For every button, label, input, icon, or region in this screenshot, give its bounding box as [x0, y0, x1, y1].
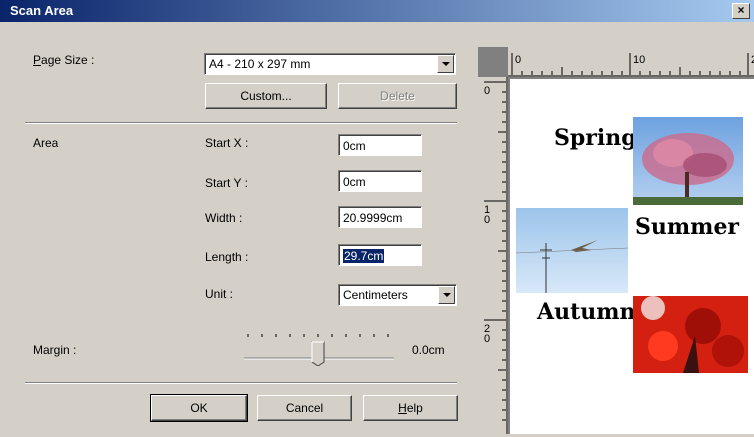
- unit-select[interactable]: Centimeters: [338, 284, 457, 306]
- autumn-label: Autumn: [537, 299, 636, 325]
- ruler-left-tick-10: 10: [484, 204, 490, 226]
- chevron-down-icon[interactable]: [437, 55, 454, 73]
- scan-page-preview[interactable]: Spring Summer Autumn: [510, 79, 754, 434]
- ruler-tick-10: 10: [633, 54, 645, 66]
- margin-label: Margin :: [33, 343, 77, 357]
- autumn-photo: [633, 296, 748, 373]
- page-size-select[interactable]: A4 - 210 x 297 mm: [204, 53, 456, 75]
- ruler-tick-0: 0: [515, 54, 521, 66]
- chevron-down-icon[interactable]: [438, 286, 455, 304]
- slider-graphic: [244, 334, 394, 367]
- unit-label: Unit :: [205, 287, 234, 301]
- delete-button[interactable]: Delete: [338, 83, 457, 109]
- width-field[interactable]: 20.9999cm: [338, 206, 422, 228]
- title-bar: Scan Area ×: [0, 0, 754, 22]
- page-size-label: Page Size :: [33, 53, 95, 67]
- cancel-button[interactable]: Cancel: [257, 395, 352, 421]
- start-y-label: Start Y :: [205, 176, 248, 190]
- separator: [25, 382, 457, 384]
- start-y-field[interactable]: 0cm: [338, 170, 422, 192]
- ok-button[interactable]: OK: [150, 394, 248, 422]
- summer-photo: [516, 208, 628, 293]
- length-label: Length :: [205, 250, 249, 264]
- ruler-left-tick-0: 0: [484, 85, 490, 97]
- separator: [25, 122, 457, 124]
- spring-label: Spring: [554, 125, 637, 151]
- close-button[interactable]: ×: [732, 3, 750, 19]
- start-x-field[interactable]: 0cm: [338, 134, 422, 156]
- margin-value: 0.0cm: [412, 343, 445, 357]
- spring-photo: [633, 117, 743, 205]
- ruler-left-tick-20: 20: [484, 323, 490, 345]
- ruler-top: 0 10 2: [508, 47, 754, 77]
- length-field[interactable]: 29.7cm: [338, 244, 422, 266]
- page-size-value: A4 - 210 x 297 mm: [209, 57, 311, 71]
- start-x-label: Start X :: [205, 136, 249, 150]
- page-size-label-text: age Size :: [41, 53, 95, 67]
- window-title: Scan Area: [10, 3, 74, 18]
- help-button[interactable]: Help: [363, 395, 458, 421]
- unit-value: Centimeters: [343, 288, 408, 302]
- area-label: Area: [33, 136, 59, 150]
- margin-slider[interactable]: [244, 326, 394, 367]
- ruler-left: 0 10 20: [478, 77, 508, 434]
- width-label: Width :: [205, 211, 243, 225]
- help-label: elp: [406, 401, 423, 415]
- custom-button[interactable]: Custom...: [205, 83, 327, 109]
- summer-label: Summer: [635, 214, 740, 240]
- length-value: 29.7cm: [343, 249, 385, 263]
